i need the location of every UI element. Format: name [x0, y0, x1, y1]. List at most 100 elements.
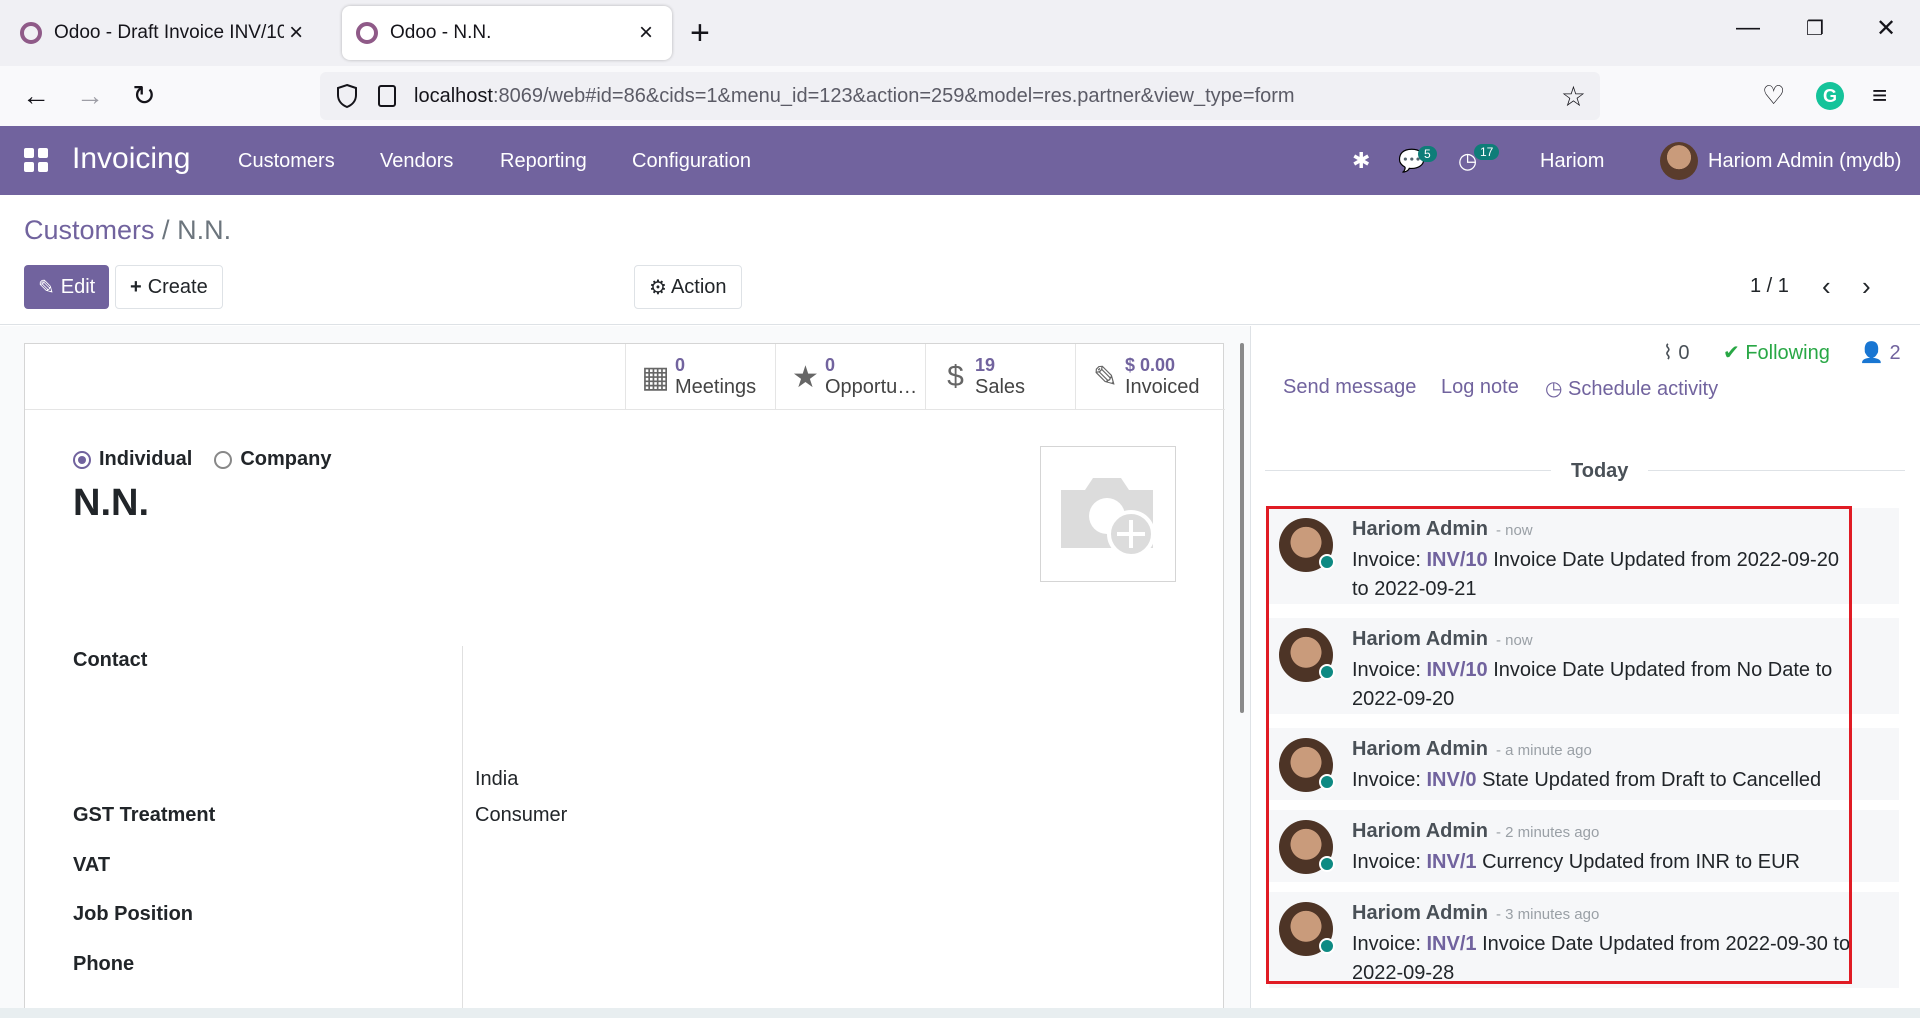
shield-icon — [337, 83, 357, 109]
user-avatar[interactable] — [1660, 142, 1698, 180]
image-upload-placeholder[interactable] — [1040, 446, 1176, 582]
radio-individual[interactable] — [73, 450, 91, 469]
breadcrumb-customers-link[interactable]: Customers — [24, 215, 155, 245]
radio-individual-label[interactable]: Individual — [99, 448, 192, 471]
gear-icon: ⚙ — [649, 276, 667, 299]
menu-customers[interactable]: Customers — [238, 150, 335, 173]
control-panel: Customers / N.N. ✎ Edit + Create ⚙ Actio… — [0, 195, 1920, 325]
tab-title: Odoo - N.N. — [390, 22, 492, 43]
smart-button-sales[interactable]: $ 19 Sales — [925, 344, 1075, 410]
action-button-label: Action — [670, 275, 727, 298]
followers-button[interactable]: 👤 2 — [1859, 340, 1901, 365]
edit-button[interactable]: ✎ Edit — [24, 265, 110, 309]
debug-bug-icon[interactable]: ✱ — [1352, 148, 1370, 174]
phone-label: Phone — [73, 953, 135, 975]
taskbar-strip — [0, 1008, 1920, 1018]
create-button[interactable]: + Create — [115, 265, 223, 309]
pocket-icon[interactable]: ♡ — [1762, 80, 1785, 111]
attachments-counter[interactable]: ⌇ 0 — [1663, 340, 1689, 365]
following-label: Following — [1745, 342, 1830, 364]
user-menu[interactable]: Hariom Admin (mydb) — [1708, 150, 1901, 173]
vat-label: VAT — [73, 854, 111, 876]
paperclip-icon: ⌇ — [1663, 342, 1673, 364]
address-bar[interactable]: localhost:8069/web#id=86&cids=1&menu_id=… — [320, 72, 1600, 120]
close-icon[interactable]: × — [284, 19, 308, 47]
invoiced-amount: $ 0.00 — [1125, 355, 1176, 375]
menu-hamburger-icon[interactable]: ≡ — [1872, 80, 1887, 111]
contact-label: Contact — [73, 649, 148, 671]
pencil-icon: ✎ — [38, 276, 55, 299]
pager-value[interactable]: 1 / 1 — [1750, 275, 1789, 298]
action-dropdown[interactable]: ⚙ Action — [634, 265, 742, 309]
log-note-button[interactable]: Log note — [1441, 376, 1519, 399]
invoiced-label: Invoiced — [1125, 376, 1200, 398]
partner-form-sheet: ▦ 0Meetings ★ 0Opportunities $ 19Sales ✎… — [24, 343, 1225, 1018]
sales-count: 19 — [975, 355, 996, 375]
today-separator: Today — [1551, 460, 1649, 483]
smart-buttons-row: ▦ 0Meetings ★ 0Opportunities $ 19Sales ✎… — [25, 344, 1225, 410]
restore-icon[interactable]: ❐ — [1806, 16, 1824, 41]
odoo-favicon-icon — [20, 22, 42, 44]
reload-icon[interactable]: ↻ — [124, 76, 164, 116]
meetings-count: 0 — [675, 355, 686, 375]
partner-name: N.N. — [73, 482, 149, 524]
opportunities-count: 0 — [825, 355, 836, 375]
meetings-label: Meetings — [675, 376, 757, 398]
gst-treatment-value: Consumer — [475, 804, 568, 826]
camera-add-icon — [1061, 478, 1155, 558]
forward-icon[interactable]: → — [70, 76, 110, 116]
grammarly-icon[interactable]: G — [1816, 82, 1844, 110]
page-icon — [378, 85, 396, 107]
bookmark-star-icon[interactable]: ☆ — [1561, 80, 1586, 113]
apps-menu-icon[interactable] — [24, 148, 48, 172]
send-message-button[interactable]: Send message — [1283, 376, 1416, 399]
edit-invoice-icon: ✎ — [1092, 360, 1119, 394]
edit-button-label: Edit — [60, 275, 96, 298]
company-switcher[interactable]: Hariom — [1540, 150, 1604, 173]
star-icon: ★ — [792, 360, 819, 394]
followers-count: 2 — [1889, 342, 1901, 364]
highlight-annotation-box — [1266, 506, 1852, 984]
company-type-radio: Individual Company — [73, 448, 331, 471]
menu-vendors[interactable]: Vendors — [380, 150, 453, 173]
dollar-icon: $ — [947, 360, 964, 393]
calendar-icon: ▦ — [641, 360, 670, 394]
schedule-activity-label: Schedule activity — [1568, 378, 1719, 400]
plus-icon: + — [130, 275, 142, 298]
user-icon: 👤 — [1859, 342, 1884, 364]
odoo-favicon-icon — [356, 22, 378, 44]
messages-badge: 5 — [1418, 146, 1437, 162]
app-name[interactable]: Invoicing — [72, 142, 190, 176]
pager-next-icon[interactable]: › — [1862, 271, 1871, 302]
close-icon[interactable]: × — [634, 19, 658, 47]
url-text: localhost:8069/web#id=86&cids=1&menu_id=… — [414, 84, 1295, 107]
schedule-activity-button[interactable]: ◷ Schedule activity — [1545, 376, 1718, 401]
browser-tab-partner[interactable]: Odoo - N.N. × — [342, 6, 672, 60]
smart-button-invoiced[interactable]: ✎ $ 0.00 Invoiced — [1075, 344, 1225, 410]
attachments-count: 0 — [1678, 342, 1690, 364]
sales-label: Sales — [975, 376, 1026, 398]
minimize-icon[interactable]: — — [1736, 14, 1760, 42]
radio-company[interactable] — [214, 450, 233, 469]
smart-button-opportunities[interactable]: ★ 0Opportunities — [775, 344, 925, 410]
menu-reporting[interactable]: Reporting — [500, 150, 587, 173]
new-tab-icon[interactable]: + — [690, 16, 710, 50]
opportunities-label: Opportunities — [825, 376, 925, 398]
odoo-main-navbar: Invoicing Customers Vendors Reporting Co… — [0, 126, 1920, 195]
browser-tab-invoice[interactable]: Odoo - Draft Invoice INV/10 × — [6, 6, 322, 60]
browser-navbar: ← → ↻ localhost:8069/web#id=86&cids=1&me… — [0, 66, 1920, 126]
window-close-icon[interactable]: ✕ — [1876, 14, 1896, 43]
breadcrumb-separator: / — [162, 215, 170, 245]
activities-badge: 17 — [1474, 144, 1500, 160]
pager-previous-icon[interactable]: ‹ — [1822, 271, 1831, 302]
menu-configuration[interactable]: Configuration — [632, 150, 751, 173]
smart-button-meetings[interactable]: ▦ 0 Meetings — [625, 344, 775, 410]
form-scrollbar[interactable] — [1240, 343, 1244, 713]
job-position-label: Job Position — [73, 903, 193, 925]
back-icon[interactable]: ← — [16, 76, 56, 116]
country-value: India — [475, 768, 519, 790]
following-button[interactable]: ✔ Following — [1723, 340, 1830, 365]
radio-company-label[interactable]: Company — [240, 448, 331, 471]
create-button-label: Create — [147, 275, 208, 298]
browser-tabbar: Odoo - Draft Invoice INV/10 × Odoo - N.N… — [0, 0, 1920, 66]
